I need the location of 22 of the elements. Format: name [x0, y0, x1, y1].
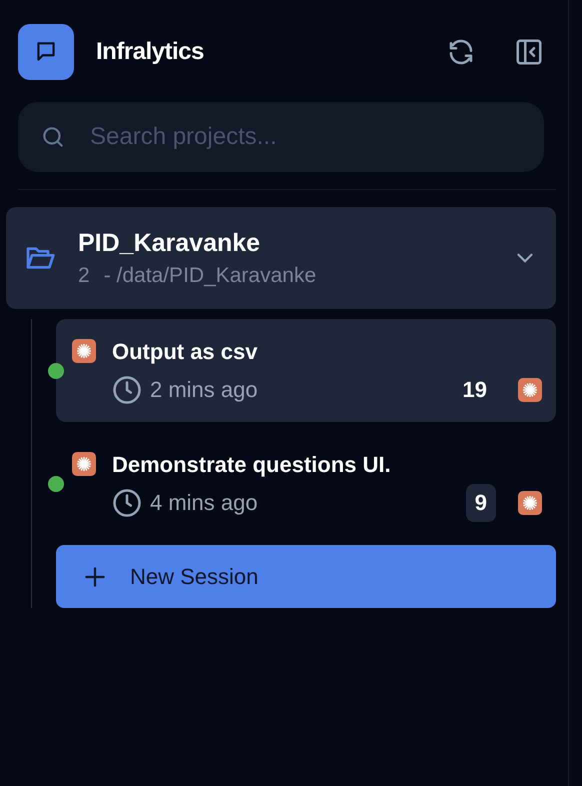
session-item[interactable]: Output as csv 2 mins ago 19 — [56, 319, 556, 422]
session-title: Demonstrate questions UI. — [112, 452, 392, 478]
message-count: 19 — [462, 376, 488, 404]
agent-icon — [518, 491, 542, 515]
session-count: 2 — [78, 264, 90, 288]
message-count: 9 — [466, 484, 496, 522]
agent-icon — [72, 452, 96, 476]
app-title: Infralytics — [96, 38, 205, 66]
chat-logo-icon — [18, 24, 74, 80]
agent-icon — [72, 339, 96, 363]
session-item[interactable]: Demonstrate questions UI. 4 mins ago 9 — [56, 432, 556, 535]
clock-icon — [112, 488, 142, 518]
search-field[interactable]: Search projects... — [18, 102, 544, 172]
session-time: 4 mins ago — [150, 490, 259, 516]
project-item[interactable]: PID_Karavanke 2 - /data/PID_Karavanke — [6, 207, 556, 309]
new-session-button[interactable]: New Session — [56, 545, 556, 608]
session-time: 2 mins ago — [150, 377, 259, 403]
project-name: PID_Karavanke — [78, 228, 262, 258]
clock-icon — [112, 375, 142, 405]
agent-icon — [518, 378, 542, 402]
session-title: Output as csv — [112, 339, 258, 365]
project-path: - /data/PID_Karavanke — [104, 264, 316, 288]
